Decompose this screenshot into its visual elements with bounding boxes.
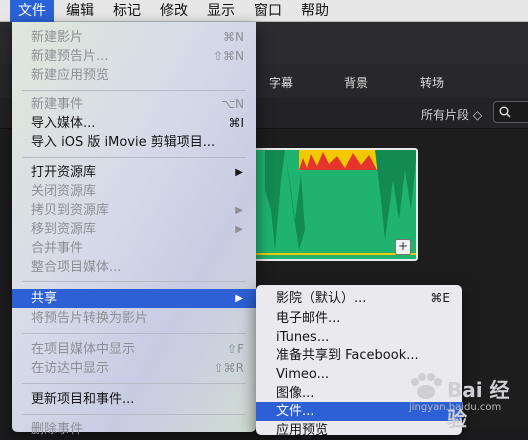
menu-item-label: 准备共享到 Facebook... bbox=[276, 348, 419, 363]
menu-item-label: 拷贝到资源库 bbox=[31, 203, 110, 218]
menu-item-reveal-in-finder[interactable]: 在访达中显示 ⇧⌘R bbox=[12, 359, 256, 378]
menu-item-new-movie[interactable]: 新建影片 ⌘N bbox=[12, 28, 256, 47]
menu-item-merge-events[interactable]: 合并事件 bbox=[12, 239, 256, 258]
submenu-arrow-icon: ▶ bbox=[235, 205, 243, 216]
submenu-arrow-icon: ▶ bbox=[235, 167, 243, 178]
menu-item-label: 新建应用预览 bbox=[31, 68, 110, 83]
menu-item-label: 电子邮件... bbox=[276, 311, 341, 326]
menu-item-label: 合并事件 bbox=[31, 241, 84, 256]
menu-item-import-media[interactable]: 导入媒体... ⌘I bbox=[12, 114, 256, 133]
menu-separator bbox=[22, 333, 246, 334]
menu-item-import-ios-project[interactable]: 导入 iOS 版 iMovie 剪辑项目... bbox=[12, 133, 256, 152]
menu-item-label: 导入 iOS 版 iMovie 剪辑项目... bbox=[31, 135, 216, 150]
menu-item-reveal-in-project-media[interactable]: 在项目媒体中显示 ⇧F bbox=[12, 340, 256, 359]
menu-item-label: 将预告片转换为影片 bbox=[31, 311, 149, 326]
baidu-watermark: Bai 经验 jingyan.baidu.com bbox=[402, 370, 522, 431]
share-item-theater[interactable]: 影院（默认）... ⌘E bbox=[256, 289, 462, 308]
menu-shortcut: ⇧⌘R bbox=[213, 361, 244, 375]
watermark-url: jingyan.baidu.com bbox=[409, 402, 502, 413]
menu-item-open-library[interactable]: 打开资源库 ▶ bbox=[12, 163, 256, 182]
menu-item-label: 新建影片 bbox=[31, 30, 84, 45]
file-menu: 新建影片 ⌘N 新建预告片... ⇧⌘N 新建应用预览 新建事件 ⌥N 导入媒体...… bbox=[12, 22, 256, 437]
share-item-itunes[interactable]: iTunes... bbox=[256, 328, 462, 347]
share-item-email[interactable]: 电子邮件... bbox=[256, 309, 462, 328]
menu-item-label: 在访达中显示 bbox=[31, 361, 110, 376]
menu-item-new-event[interactable]: 新建事件 ⌥N bbox=[12, 95, 256, 114]
menu-item-label: 新建预告片... bbox=[31, 49, 109, 64]
menu-item-label: 更新项目和事件... bbox=[31, 392, 135, 407]
menu-shortcut: ⌘I bbox=[228, 116, 244, 130]
menu-shortcut: ⇧F bbox=[227, 342, 244, 356]
clip-filter-select[interactable]: 所有片段 ◇ bbox=[421, 106, 482, 123]
menubar-window[interactable]: 窗口 bbox=[246, 0, 290, 22]
share-item-facebook[interactable]: 准备共享到 Facebook... bbox=[256, 346, 462, 365]
menu-item-share[interactable]: 共享 ▶ bbox=[12, 289, 256, 308]
menu-item-new-app-preview[interactable]: 新建应用预览 bbox=[12, 66, 256, 85]
menu-item-delete-event[interactable]: 删除事件 bbox=[12, 420, 256, 439]
menu-item-label: 移到资源库 bbox=[31, 222, 97, 237]
menu-item-label: 在项目媒体中显示 bbox=[31, 342, 136, 357]
submenu-arrow-icon: ▶ bbox=[235, 293, 243, 304]
menu-item-consolidate-media[interactable]: 整合项目媒体... bbox=[12, 258, 256, 277]
menu-item-label: 影院（默认）... bbox=[276, 291, 367, 306]
submenu-arrow-icon: ▶ bbox=[235, 224, 243, 235]
menu-item-label: 删除事件 bbox=[31, 422, 84, 437]
search-icon bbox=[499, 106, 511, 118]
menubar: 文件 编辑 标记 修改 显示 窗口 帮助 bbox=[0, 0, 528, 22]
tab-titles[interactable]: 字幕 bbox=[269, 74, 293, 91]
menu-separator bbox=[22, 383, 246, 384]
menu-separator bbox=[22, 90, 246, 91]
add-clip-button[interactable]: + bbox=[395, 239, 411, 255]
menu-item-label: 关闭资源库 bbox=[31, 184, 97, 199]
menubar-mark[interactable]: 标记 bbox=[105, 0, 149, 22]
menubar-edit[interactable]: 编辑 bbox=[58, 0, 102, 22]
menubar-file[interactable]: 文件 bbox=[10, 0, 54, 22]
menu-shortcut: ⌥N bbox=[221, 97, 244, 111]
menubar-modify[interactable]: 修改 bbox=[152, 0, 196, 22]
menu-item-label: Vimeo... bbox=[276, 367, 330, 382]
menu-item-new-trailer[interactable]: 新建预告片... ⇧⌘N bbox=[12, 47, 256, 66]
search-field[interactable] bbox=[493, 101, 528, 123]
menu-item-label: 共享 bbox=[31, 291, 58, 306]
menu-shortcut: ⇧⌘N bbox=[212, 49, 244, 63]
tab-transitions[interactable]: 转场 bbox=[420, 74, 444, 91]
menu-item-move-to-library[interactable]: 移到资源库 ▶ bbox=[12, 220, 256, 239]
menu-shortcut: ⌘E bbox=[430, 291, 450, 305]
menu-item-label: 新建事件 bbox=[31, 97, 84, 112]
menu-item-close-library[interactable]: 关闭资源库 bbox=[12, 182, 256, 201]
menu-separator bbox=[22, 157, 246, 158]
menu-item-label: 整合项目媒体... bbox=[31, 260, 122, 275]
menu-item-convert-trailer[interactable]: 将预告片转换为影片 bbox=[12, 309, 256, 328]
audio-waveform bbox=[255, 150, 416, 259]
menu-item-label: 文件... bbox=[276, 404, 315, 419]
clip-thumbnail[interactable]: + bbox=[253, 148, 418, 261]
menu-item-label: iTunes... bbox=[276, 330, 330, 345]
menu-separator bbox=[22, 281, 246, 282]
menu-item-label: 导入媒体... bbox=[31, 116, 96, 131]
menu-item-copy-to-library[interactable]: 拷贝到资源库 ▶ bbox=[12, 201, 256, 220]
menu-item-label: 打开资源库 bbox=[31, 165, 97, 180]
menu-item-label: 图像... bbox=[276, 386, 315, 401]
paw-logo-icon bbox=[411, 373, 442, 399]
menu-shortcut: ⌘N bbox=[223, 30, 244, 44]
menu-item-label: 应用预览 bbox=[276, 423, 329, 438]
tab-backgrounds[interactable]: 背景 bbox=[344, 74, 368, 91]
menu-item-update-projects[interactable]: 更新项目和事件... bbox=[12, 390, 256, 409]
menu-separator bbox=[22, 414, 246, 415]
menubar-view[interactable]: 显示 bbox=[199, 0, 243, 22]
menubar-help[interactable]: 帮助 bbox=[293, 0, 337, 22]
